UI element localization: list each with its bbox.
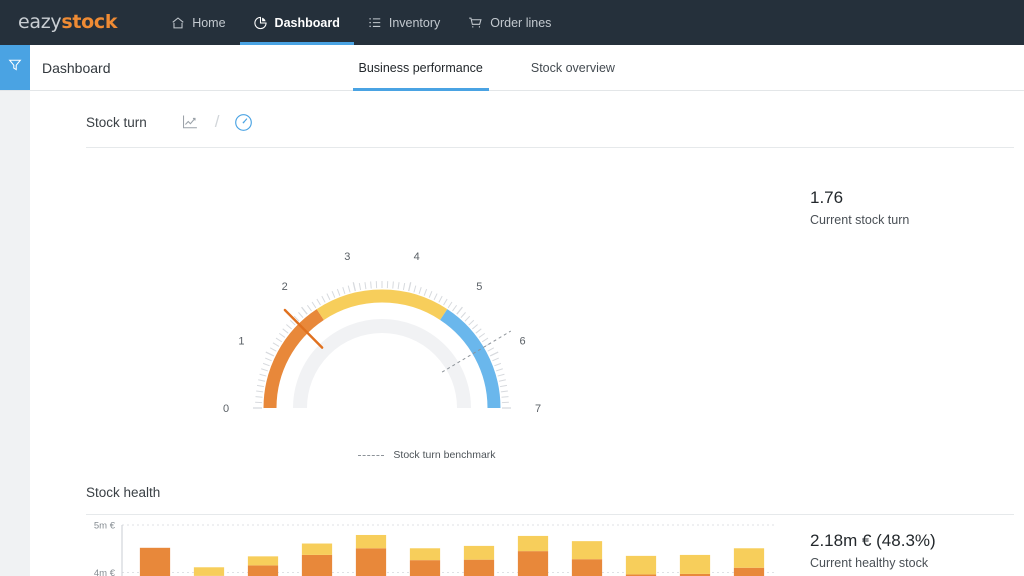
page-body: Stock turn / xyxy=(0,91,1024,576)
content-area: Stock turn / xyxy=(30,91,1024,576)
line-chart-icon[interactable] xyxy=(177,109,205,135)
stock-turn-kpi: 1.76 Current stock turn xyxy=(794,148,1024,461)
bar-column[interactable] xyxy=(734,548,764,576)
brand-logo[interactable]: eazystock xyxy=(18,11,117,34)
bar-column[interactable] xyxy=(626,556,656,576)
nav-item-dashboard-label: Dashboard xyxy=(275,16,340,30)
gauge-tick-label: 0 xyxy=(223,403,229,415)
bar-column[interactable] xyxy=(464,546,494,576)
tab-business-performance-label: Business performance xyxy=(359,61,483,75)
stock-turn-panel-header: Stock turn / xyxy=(30,91,1024,147)
stock-health-bar-chart: 5m €4m €3m € xyxy=(30,515,794,576)
bar-column[interactable] xyxy=(194,567,224,576)
toggle-separator: / xyxy=(209,112,226,132)
stock-turn-body: 0 1 2 3 4 5 6 7 Stock turn benchmark 1.76 Curre… xyxy=(30,148,1024,461)
bars-svg: 5m €4m €3m € xyxy=(80,515,780,576)
bar-y-axis-label: 5m € xyxy=(94,521,116,532)
left-rail xyxy=(0,91,30,576)
nav-item-home-label: Home xyxy=(192,16,225,30)
stock-health-kpi-label: Current healthy stock xyxy=(810,556,1024,570)
gauge-tick-label: 3 xyxy=(344,251,350,263)
gauge-tick-label: 5 xyxy=(476,281,482,293)
stock-turn-panel: Stock turn / xyxy=(30,91,1024,461)
nav-item-dashboard[interactable]: Dashboard xyxy=(240,0,354,45)
legend-dash-marker xyxy=(358,455,384,456)
stock-health-panel: Stock health 5m €4m €3m € 2.18m € (48.3%… xyxy=(30,467,1024,576)
home-icon xyxy=(171,16,185,30)
stock-turn-kpi-value: 1.76 xyxy=(810,188,1024,208)
bar-column[interactable] xyxy=(248,556,278,576)
tab-stock-overview[interactable]: Stock overview xyxy=(507,45,639,90)
stock-health-kpi-value: 2.18m € (48.3%) xyxy=(810,531,1024,551)
cart-icon xyxy=(468,16,483,30)
logo-text-primary: eazy xyxy=(18,11,61,33)
bar-y-axis-label: 4m € xyxy=(94,568,116,576)
bar-column[interactable] xyxy=(356,535,386,576)
legend-label-benchmark: Stock turn benchmark xyxy=(393,449,495,461)
nav-item-order-lines-label: Order lines xyxy=(490,16,551,30)
gauge-tick-label: 4 xyxy=(414,251,420,263)
gauge-svg: 0 1 2 3 4 5 6 7 xyxy=(30,148,790,448)
tab-stock-overview-label: Stock overview xyxy=(531,61,615,75)
stock-turn-view-toggles: / xyxy=(177,109,258,135)
stock-health-body: 5m €4m €3m € 2.18m € (48.3%) Current hea… xyxy=(30,515,1024,576)
stock-health-panel-header: Stock health xyxy=(30,467,1024,514)
gauge-icon[interactable] xyxy=(230,109,258,135)
gauge-tick-label: 6 xyxy=(519,335,525,347)
bar-column[interactable] xyxy=(302,544,332,576)
logo-text-secondary: stock xyxy=(61,11,117,33)
filter-icon xyxy=(8,58,22,77)
nav-item-inventory-label: Inventory xyxy=(389,16,440,30)
pie-chart-icon xyxy=(254,16,268,30)
bar-column[interactable] xyxy=(572,541,602,576)
dashboard-tabs: Business performance Stock overview xyxy=(335,45,639,90)
sub-header: Dashboard Business performance Stock ove… xyxy=(0,45,1024,91)
gauge-tick-label: 1 xyxy=(238,335,244,347)
list-icon xyxy=(368,16,382,30)
stock-turn-gauge-chart: 0 1 2 3 4 5 6 7 Stock turn benchmark xyxy=(30,148,794,461)
nav-item-order-lines[interactable]: Order lines xyxy=(454,0,565,45)
tab-business-performance[interactable]: Business performance xyxy=(335,45,507,90)
top-navigation-bar: eazystock Home Dashboard Invento xyxy=(0,0,1024,45)
bar-column[interactable] xyxy=(140,548,170,576)
bar-column[interactable] xyxy=(518,536,548,576)
stock-turn-kpi-label: Current stock turn xyxy=(810,213,1024,227)
nav-item-inventory[interactable]: Inventory xyxy=(354,0,454,45)
filter-button[interactable] xyxy=(0,45,30,90)
bar-column[interactable] xyxy=(680,555,710,576)
nav-item-home[interactable]: Home xyxy=(157,0,239,45)
gauge-tick-label: 2 xyxy=(282,281,288,293)
stock-health-title: Stock health xyxy=(86,485,160,500)
stock-turn-legend: Stock turn benchmark xyxy=(30,449,794,461)
gauge-tick-label: 7 xyxy=(535,403,541,415)
stock-turn-title: Stock turn xyxy=(86,115,147,130)
page-title: Dashboard xyxy=(30,45,111,90)
stock-health-kpi: 2.18m € (48.3%) Current healthy stock xyxy=(794,515,1024,576)
bar-column[interactable] xyxy=(410,548,440,576)
